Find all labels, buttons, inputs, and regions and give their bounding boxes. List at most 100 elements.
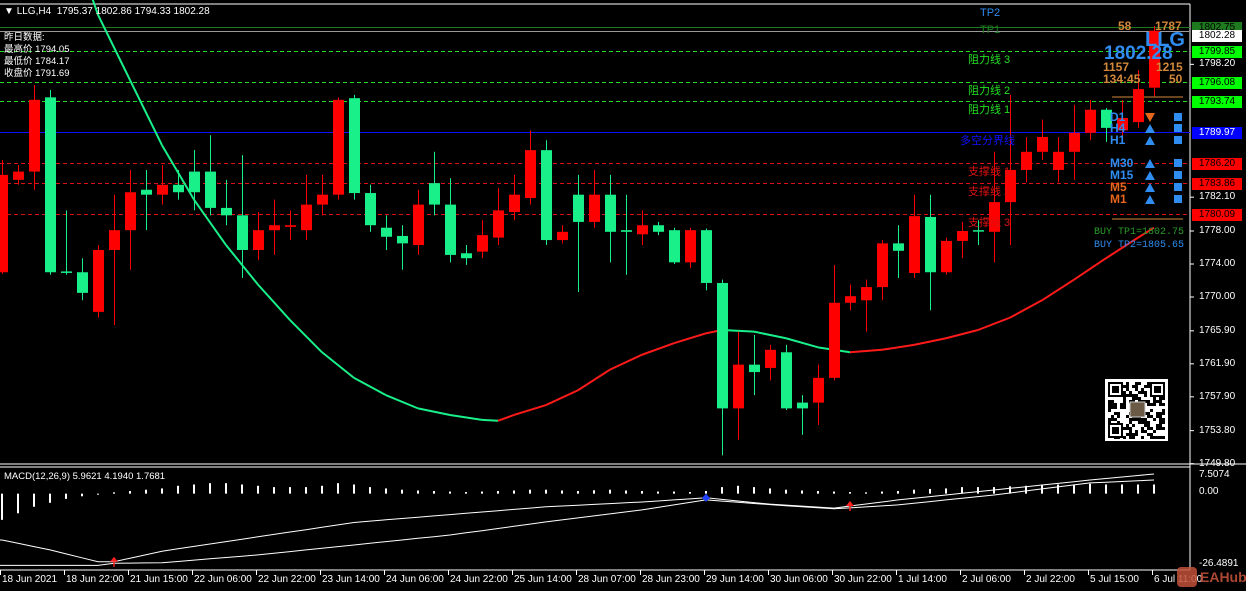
qr-module [1132,418,1135,421]
price-level-tag: 1802.28 [1192,29,1242,42]
macd-histogram-bar [465,492,467,494]
qr-module [1147,427,1150,430]
level-label: TP2 [980,6,1001,19]
macd-histogram-bar [1137,484,1139,494]
qr-module [1144,394,1147,397]
price-level-tag: 1780.09 [1192,208,1242,221]
price-axis-label: 1770.00 [1199,291,1236,302]
time-axis-label: 30 Jun 22:00 [834,574,892,585]
level-label: 多空分界线 [960,134,1015,147]
qr-module [1126,427,1129,430]
time-axis-label: 18 Jun 2021 [2,574,58,585]
moving-average-segment [497,414,515,422]
candle-body [429,183,440,205]
candle-body [45,97,56,273]
macd-buy-arrow-icon [110,556,118,562]
macd-histogram-bar [881,491,883,494]
status-square-icon [1174,171,1182,179]
qr-module [1153,418,1156,421]
bullish-candle [1085,99,1096,141]
yesterday-high: 最高价 1794.05 [4,44,70,55]
qr-module [1108,403,1111,406]
qr-module [1147,412,1150,415]
candle-body [861,287,872,301]
candle-body [461,253,472,259]
bearish-candle [61,210,72,275]
qr-module [1108,406,1111,409]
qr-module [1114,412,1117,415]
qr-module [1147,400,1150,403]
qr-module [1126,385,1129,388]
trend-up-arrow-icon [1145,159,1155,168]
moving-average-segment [1041,278,1075,302]
bullish-candle [525,130,536,205]
timeframe-label: H1 [1110,133,1126,147]
bullish-candle [957,221,968,259]
bearish-candle [205,135,216,216]
macd-histogram-bar [337,483,339,494]
bearish-candle [77,258,88,301]
level-label: 支撑线 1 [968,165,1011,178]
time-axis-label: 29 Jun 14:00 [706,574,764,585]
qr-module [1162,436,1165,439]
macd-histogram-bar [593,490,595,494]
macd-histogram-bar [929,488,931,494]
candle-body [13,171,24,180]
qr-module [1141,388,1144,391]
macd-histogram-bar [321,485,323,494]
qr-module [1108,409,1111,412]
qr-module [1117,412,1120,415]
candle-body [813,377,824,403]
macd-histogram-bar [609,489,611,494]
bullish-candle [301,174,312,241]
price-axis-label: 1774.00 [1199,258,1236,269]
bearish-candle [653,221,664,236]
moving-average-segment [945,329,979,340]
bullish-candle [909,194,920,279]
macd-histogram-bar [1,493,3,520]
qr-module [1147,433,1150,436]
qr-module [1135,382,1138,385]
macd-buy-arrow-icon [846,501,854,507]
qr-module [1159,403,1162,406]
candle-body [925,216,936,273]
qr-module [1114,418,1117,421]
moving-average-segment [513,404,547,416]
qr-module [1126,388,1129,391]
qr-module [1141,427,1144,430]
watermark: EAHub [1200,569,1246,585]
macd-histogram-bar [305,487,307,494]
qr-module [1159,421,1162,424]
qr-module [1141,418,1144,421]
qr-module [1129,391,1132,394]
price-level-tag: 1793.74 [1192,95,1242,108]
qr-module [1126,424,1129,427]
qr-module [1153,403,1156,406]
bearish-candle [365,184,376,232]
qr-module [1123,394,1126,397]
candle-body [749,364,760,373]
macd-histogram-bar [273,487,275,494]
macd-histogram-bar [721,487,723,494]
status-square-icon [1174,113,1182,121]
qr-module [1150,409,1153,412]
bullish-candle [93,245,104,318]
macd-histogram-bar [1105,484,1107,494]
qr-module [1162,418,1165,421]
chart-canvas[interactable] [0,0,1246,591]
qr-module [1141,421,1144,424]
qr-module [1108,400,1111,403]
qr-module [1156,436,1159,439]
price-level-tag: 1789.97 [1192,126,1242,139]
candle-body [781,352,792,409]
bullish-candle [733,331,744,440]
macd-histogram-bar [1121,484,1123,494]
moving-average-segment [913,337,947,346]
dropdown-arrow-icon[interactable]: ▼ [4,6,14,17]
candle-body [445,204,456,255]
candle-body [525,150,536,198]
price-axis-label: 1765.90 [1199,324,1236,336]
qr-module [1135,430,1138,433]
qr-module [1123,391,1126,394]
status-square-icon [1174,124,1182,132]
